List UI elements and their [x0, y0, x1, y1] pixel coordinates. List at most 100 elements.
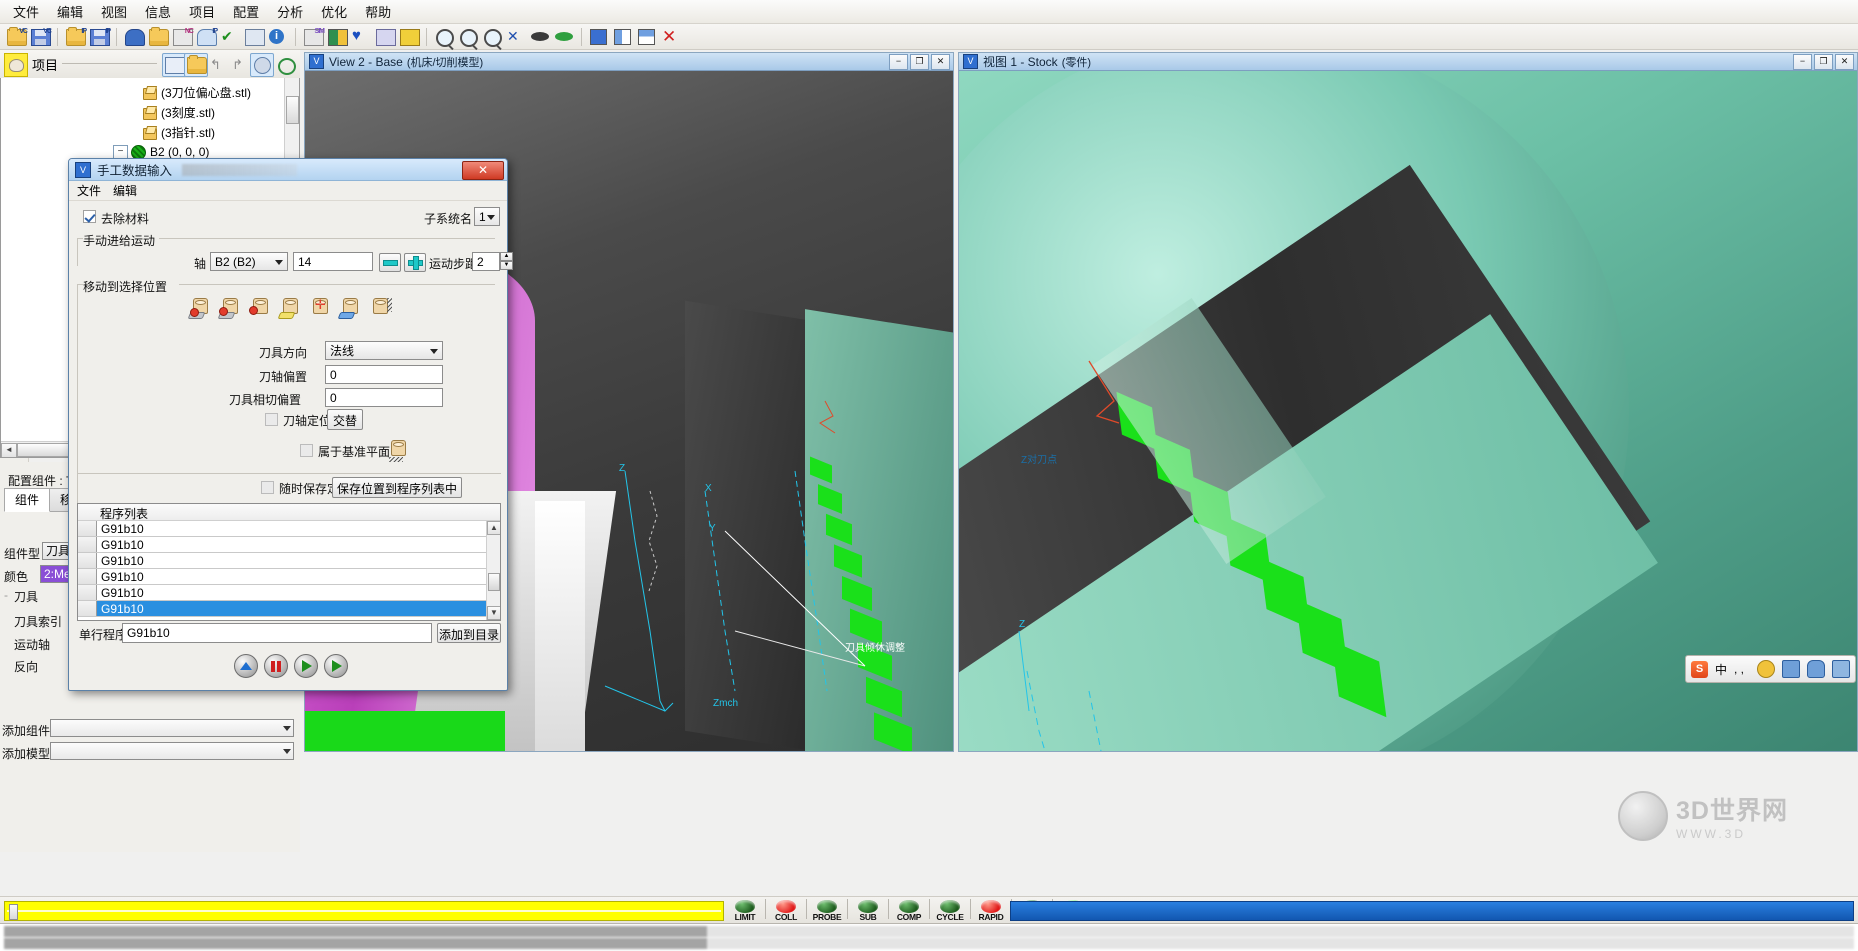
menu-item-help[interactable]: 帮助: [356, 0, 400, 24]
spinner-down[interactable]: ▼: [500, 261, 513, 270]
refresh-button[interactable]: [274, 53, 298, 77]
import-icon[interactable]: [147, 26, 169, 48]
move-to-plane-blue-icon[interactable]: [337, 297, 362, 319]
single-line-input[interactable]: G91b10: [122, 623, 432, 643]
compare-icon[interactable]: [374, 26, 396, 48]
keyboard-icon[interactable]: [1782, 660, 1800, 678]
tree-item-stl-3[interactable]: (3指针.stl): [143, 124, 215, 140]
subsystem-select[interactable]: 1: [474, 207, 500, 226]
scroll-up-arrow[interactable]: ▲: [487, 521, 500, 535]
smiley-icon[interactable]: [1757, 660, 1775, 678]
nc-program-icon[interactable]: NC: [171, 26, 194, 48]
program-list-row[interactable]: G91b10: [78, 521, 500, 537]
alternate-button[interactable]: 交替: [327, 409, 363, 430]
program-list-row[interactable]: G91b10: [78, 537, 500, 553]
menu-item-config[interactable]: 配置: [224, 0, 268, 24]
tool-tangent-offset-input[interactable]: 0: [325, 388, 443, 407]
zoom-out-icon[interactable]: [433, 26, 455, 48]
tree-item-stl-2[interactable]: (3刻度.stl): [143, 104, 215, 120]
simulate-icon[interactable]: SIM: [302, 26, 325, 48]
measure-icon[interactable]: [398, 26, 420, 48]
program-list-row[interactable]: G91b10: [78, 553, 500, 569]
chevron-down-icon[interactable]: [487, 215, 495, 220]
view-eye-green-icon[interactable]: [553, 26, 575, 48]
minimize-button[interactable]: −: [1793, 53, 1812, 70]
group-collapse-icon[interactable]: ‐: [4, 588, 8, 602]
remove-material-checkbox[interactable]: [83, 210, 96, 223]
edit-project-button[interactable]: [162, 53, 186, 77]
info-icon[interactable]: i: [267, 26, 289, 48]
move-to-face-yellow-icon[interactable]: [277, 297, 302, 319]
play-button[interactable]: [324, 654, 348, 678]
close-button[interactable]: ✕: [931, 53, 950, 70]
view-eye-icon[interactable]: [529, 26, 551, 48]
redo-button[interactable]: ↱: [228, 53, 252, 77]
nc-check-icon[interactable]: ✔: [219, 26, 241, 48]
program-list-scrollbar[interactable]: ▲ ▼: [486, 521, 500, 620]
viewport-stock-scene[interactable]: Z Z对刀点: [959, 71, 1857, 751]
verify-icon[interactable]: ♥: [350, 26, 372, 48]
zoom-reset-icon[interactable]: [481, 26, 503, 48]
chevron-down-icon[interactable]: [283, 749, 291, 754]
spinner-up[interactable]: ▲: [500, 252, 513, 261]
chevron-down-icon[interactable]: [430, 349, 438, 354]
add-model-select[interactable]: [50, 742, 294, 760]
menu-item-edit[interactable]: 编辑: [48, 0, 92, 24]
move-to-edge-red-icon[interactable]: [217, 297, 242, 319]
menu-item-optimize[interactable]: 优化: [312, 0, 356, 24]
fit-icon[interactable]: ✕: [505, 26, 527, 48]
mic-icon[interactable]: [1807, 660, 1825, 678]
window-hsplit-icon[interactable]: [636, 26, 658, 48]
tab-component[interactable]: 组件: [4, 488, 51, 512]
program-list-row[interactable]: G91b10: [78, 585, 500, 601]
move-to-point-red-icon[interactable]: [187, 297, 212, 319]
eject-button[interactable]: [234, 654, 258, 678]
step-input[interactable]: 2: [472, 252, 500, 271]
axis-position-input[interactable]: 14: [293, 252, 373, 271]
move-to-fixture-icon[interactable]: [369, 297, 392, 319]
dialog-menu-file[interactable]: 文件: [77, 182, 101, 199]
tool-axis-locate-checkbox[interactable]: [265, 413, 278, 426]
book-icon[interactable]: [326, 26, 348, 48]
ip-info-icon[interactable]: IP: [195, 26, 218, 48]
minus-button[interactable]: [379, 253, 401, 272]
maximize-button[interactable]: ❐: [1814, 53, 1833, 70]
undo-button[interactable]: ↰: [206, 53, 230, 77]
open-vc-icon[interactable]: VC: [5, 26, 28, 48]
scroll-thumb[interactable]: [488, 573, 500, 591]
program-list-row-selected[interactable]: G91b10: [78, 601, 500, 617]
save-position-button[interactable]: 保存位置到程序列表中: [332, 477, 462, 498]
dialog-menu-edit[interactable]: 编辑: [113, 182, 137, 199]
axis-select[interactable]: B2 (B2): [210, 252, 288, 271]
window-vsplit-icon[interactable]: [612, 26, 634, 48]
menu-item-analyze[interactable]: 分析: [268, 0, 312, 24]
scroll-down-arrow[interactable]: ▼: [487, 606, 500, 620]
maximize-button[interactable]: ❐: [910, 53, 929, 70]
settings-button[interactable]: [250, 53, 274, 77]
plus-button[interactable]: [404, 253, 426, 272]
toolbox-icon[interactable]: [1832, 660, 1850, 678]
message-log-area[interactable]: [0, 923, 1858, 951]
menu-item-project[interactable]: 项目: [180, 0, 224, 24]
open-ip-icon[interactable]: IP: [64, 26, 87, 48]
progress-slider[interactable]: [4, 901, 724, 921]
chevron-down-icon[interactable]: [283, 726, 291, 731]
close-button[interactable]: ✕: [1835, 53, 1854, 70]
add-component-select[interactable]: [50, 719, 294, 737]
menu-item-file[interactable]: 文件: [4, 0, 48, 24]
scroll-left-arrow[interactable]: ◄: [1, 443, 17, 457]
progress-grip[interactable]: [9, 904, 18, 920]
ime-mode-label[interactable]: 中: [1715, 661, 1727, 678]
step-button[interactable]: [294, 654, 318, 678]
pause-button[interactable]: [264, 654, 288, 678]
tree-item-stl-1[interactable]: (3刀位偏心盘.stl): [143, 84, 251, 100]
comma-icon[interactable]: , ,: [1734, 661, 1750, 677]
auto-save-checkbox[interactable]: [261, 481, 274, 494]
report-icon[interactable]: [243, 26, 265, 48]
add-to-list-button[interactable]: 添加到目录: [437, 623, 501, 643]
manual-data-input-dialog[interactable]: V 手工数据输入 ✕ 文件 编辑 去除材料 子系统名 1 手动进给运动 轴 B2…: [68, 158, 513, 691]
save-vc-icon[interactable]: VC: [29, 26, 52, 48]
move-to-center-red-icon[interactable]: [249, 297, 272, 319]
viewport-stock[interactable]: V 视图 1 - Stock (零件) − ❐ ✕ Z Z对刀点: [958, 52, 1858, 752]
add-component-button[interactable]: [184, 53, 208, 77]
